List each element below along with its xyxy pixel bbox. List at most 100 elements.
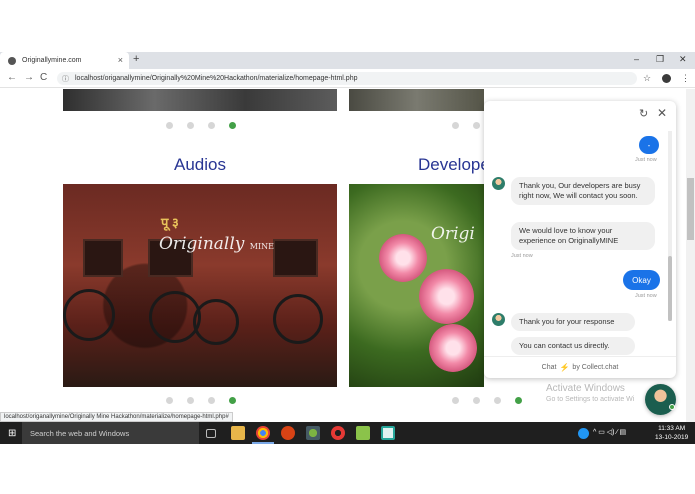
carousel-dot-active[interactable]: [515, 397, 522, 404]
user-message-bubble: -: [639, 136, 659, 154]
hindi-sign-text: पू ३: [161, 215, 179, 230]
bot-message-bubble: Thank you for your response: [511, 313, 635, 331]
message-timestamp: Just now: [635, 157, 657, 163]
new-tab-button[interactable]: +: [133, 53, 139, 65]
tray-app-icon[interactable]: [578, 428, 589, 439]
system-tray-icons[interactable]: ^ ▭ ◁) ∕ ▤: [593, 428, 626, 436]
extension-icon[interactable]: [662, 74, 671, 83]
tab-close-icon[interactable]: ×: [118, 55, 123, 65]
restore-button[interactable]: ❐: [656, 54, 664, 65]
app-editor-icon[interactable]: [356, 426, 370, 440]
browser-tab[interactable]: Originallymine.com ×: [0, 52, 129, 69]
bot-avatar: [492, 177, 505, 190]
below-screen-area: [0, 444, 695, 494]
app-terminal-icon[interactable]: [381, 426, 395, 440]
carousel-image-top-right: [349, 89, 484, 111]
bolt-icon: ⚡: [559, 363, 570, 372]
activate-windows-title: Activate Windows: [546, 383, 625, 394]
online-status-badge: [669, 404, 675, 410]
window-close-button[interactable]: ✕: [679, 54, 687, 65]
page-scrollbar-thumb[interactable]: [687, 178, 694, 240]
carousel-image-top-left: [63, 89, 337, 111]
section-title-audios: Audios: [174, 155, 226, 174]
carousel-dot[interactable]: [208, 122, 215, 129]
bot-message-bubble: You can contact us directly.: [511, 337, 635, 355]
opera-icon[interactable]: [331, 426, 345, 440]
carousel-dot-active[interactable]: [229, 122, 236, 129]
windows-start-icon[interactable]: ⊞: [8, 428, 16, 439]
chat-footer[interactable]: Chat ⚡ by Collect.chat: [484, 356, 676, 378]
carousel-dot[interactable]: [494, 397, 501, 404]
user-reply-bubble: Okay: [623, 270, 660, 290]
flower-shape: [429, 324, 477, 372]
reload-button[interactable]: C: [40, 72, 47, 83]
flower-shape: [419, 269, 474, 324]
originallymine-watermark: Origi: [431, 224, 475, 244]
chrome-icon[interactable]: [256, 426, 270, 440]
bicycle-wheel: [273, 294, 323, 344]
taskbar-search-placeholder: Search the web and Windows: [30, 428, 130, 438]
bot-message-bubble: Thank you, Our developers are busy right…: [511, 177, 655, 205]
address-bar[interactable]: ⓘ localhost/origanallymine/Originally%20…: [57, 72, 637, 85]
browser-menu-icon[interactable]: ⋮: [681, 73, 690, 84]
back-button[interactable]: ←: [7, 72, 17, 83]
bot-message-bubble: We would love to know your experience on…: [511, 222, 655, 250]
bot-avatar: [492, 313, 505, 326]
carousel-dot[interactable]: [166, 397, 173, 404]
carousel-dot[interactable]: [187, 122, 194, 129]
forward-button[interactable]: →: [24, 72, 34, 83]
app-green-icon[interactable]: [306, 426, 320, 440]
windows-taskbar: ⊞ Search the web and Windows ^ ▭ ◁) ∕ ▤ …: [0, 422, 695, 444]
message-timestamp: Just now: [635, 293, 657, 299]
page-scrollbar[interactable]: [686, 89, 695, 422]
chat-close-icon[interactable]: ✕: [657, 106, 667, 120]
carousel-dot[interactable]: [473, 397, 480, 404]
clock-date: 13-10-2019: [655, 434, 689, 441]
site-info-icon[interactable]: ⓘ: [62, 74, 69, 84]
train-window: [273, 239, 318, 277]
chat-reload-icon[interactable]: ↻: [639, 107, 648, 120]
flower-shape: [379, 234, 427, 282]
message-timestamp: Just now: [511, 253, 533, 259]
clock-time: 11:33 AM: [658, 425, 686, 432]
originallymine-watermark: Originally MINE: [159, 234, 274, 254]
carousel-dots-developers: [452, 397, 522, 404]
taskbar-search-box[interactable]: Search the web and Windows: [22, 422, 199, 444]
file-explorer-icon[interactable]: [231, 426, 245, 440]
developers-image[interactable]: Origi: [349, 184, 484, 387]
status-bar-url: localhost/origanallymine/Originally Mine…: [0, 412, 233, 422]
site-favicon-icon: [8, 56, 16, 65]
chat-footer-brand: by Collect.chat: [572, 364, 619, 371]
carousel-dot[interactable]: [452, 397, 459, 404]
chat-footer-label: Chat: [541, 364, 557, 371]
bicycle-wheel: [193, 299, 239, 345]
carousel-dot[interactable]: [473, 122, 480, 129]
carousel-dot[interactable]: [187, 397, 194, 404]
section-title-developers: Develope: [418, 155, 490, 174]
watermark-sub: MINE: [249, 242, 274, 251]
browser-toolbar: ← → C ⓘ localhost/origanallymine/Origina…: [0, 69, 695, 88]
carousel-dots-audios: [166, 397, 236, 404]
audios-image[interactable]: पू ३ Originally MINE: [63, 184, 337, 387]
carousel-dot-active[interactable]: [229, 397, 236, 404]
tab-title: Originallymine.com: [22, 57, 82, 64]
chat-launcher-avatar[interactable]: [645, 384, 676, 415]
minimize-button[interactable]: –: [634, 54, 639, 64]
activate-windows-subtitle: Go to Settings to activate Wi: [546, 396, 635, 403]
taskbar-clock[interactable]: 11:33 AM 13-10-2019: [655, 424, 688, 442]
app-p-icon[interactable]: [281, 426, 295, 440]
address-url: localhost/origanallymine/Originally%20Mi…: [75, 75, 358, 82]
task-view-icon[interactable]: [206, 429, 216, 438]
carousel-dot[interactable]: [452, 122, 459, 129]
bicycle-wheel: [63, 289, 115, 341]
watermark-text: Originally: [159, 234, 245, 254]
chat-scrollbar-thumb[interactable]: [668, 256, 672, 321]
tab-strip: Originallymine.com × + – ❐ ✕: [0, 52, 695, 69]
carousel-dot[interactable]: [208, 397, 215, 404]
bookmark-star-icon[interactable]: ☆: [643, 73, 651, 84]
carousel-dot[interactable]: [166, 122, 173, 129]
carousel-dots-top-left: [166, 122, 236, 129]
carousel-dots-top-right: [452, 122, 480, 129]
chat-widget: ↻ ✕ - Just now Thank you, Our developers…: [484, 101, 676, 378]
train-window: [83, 239, 123, 277]
